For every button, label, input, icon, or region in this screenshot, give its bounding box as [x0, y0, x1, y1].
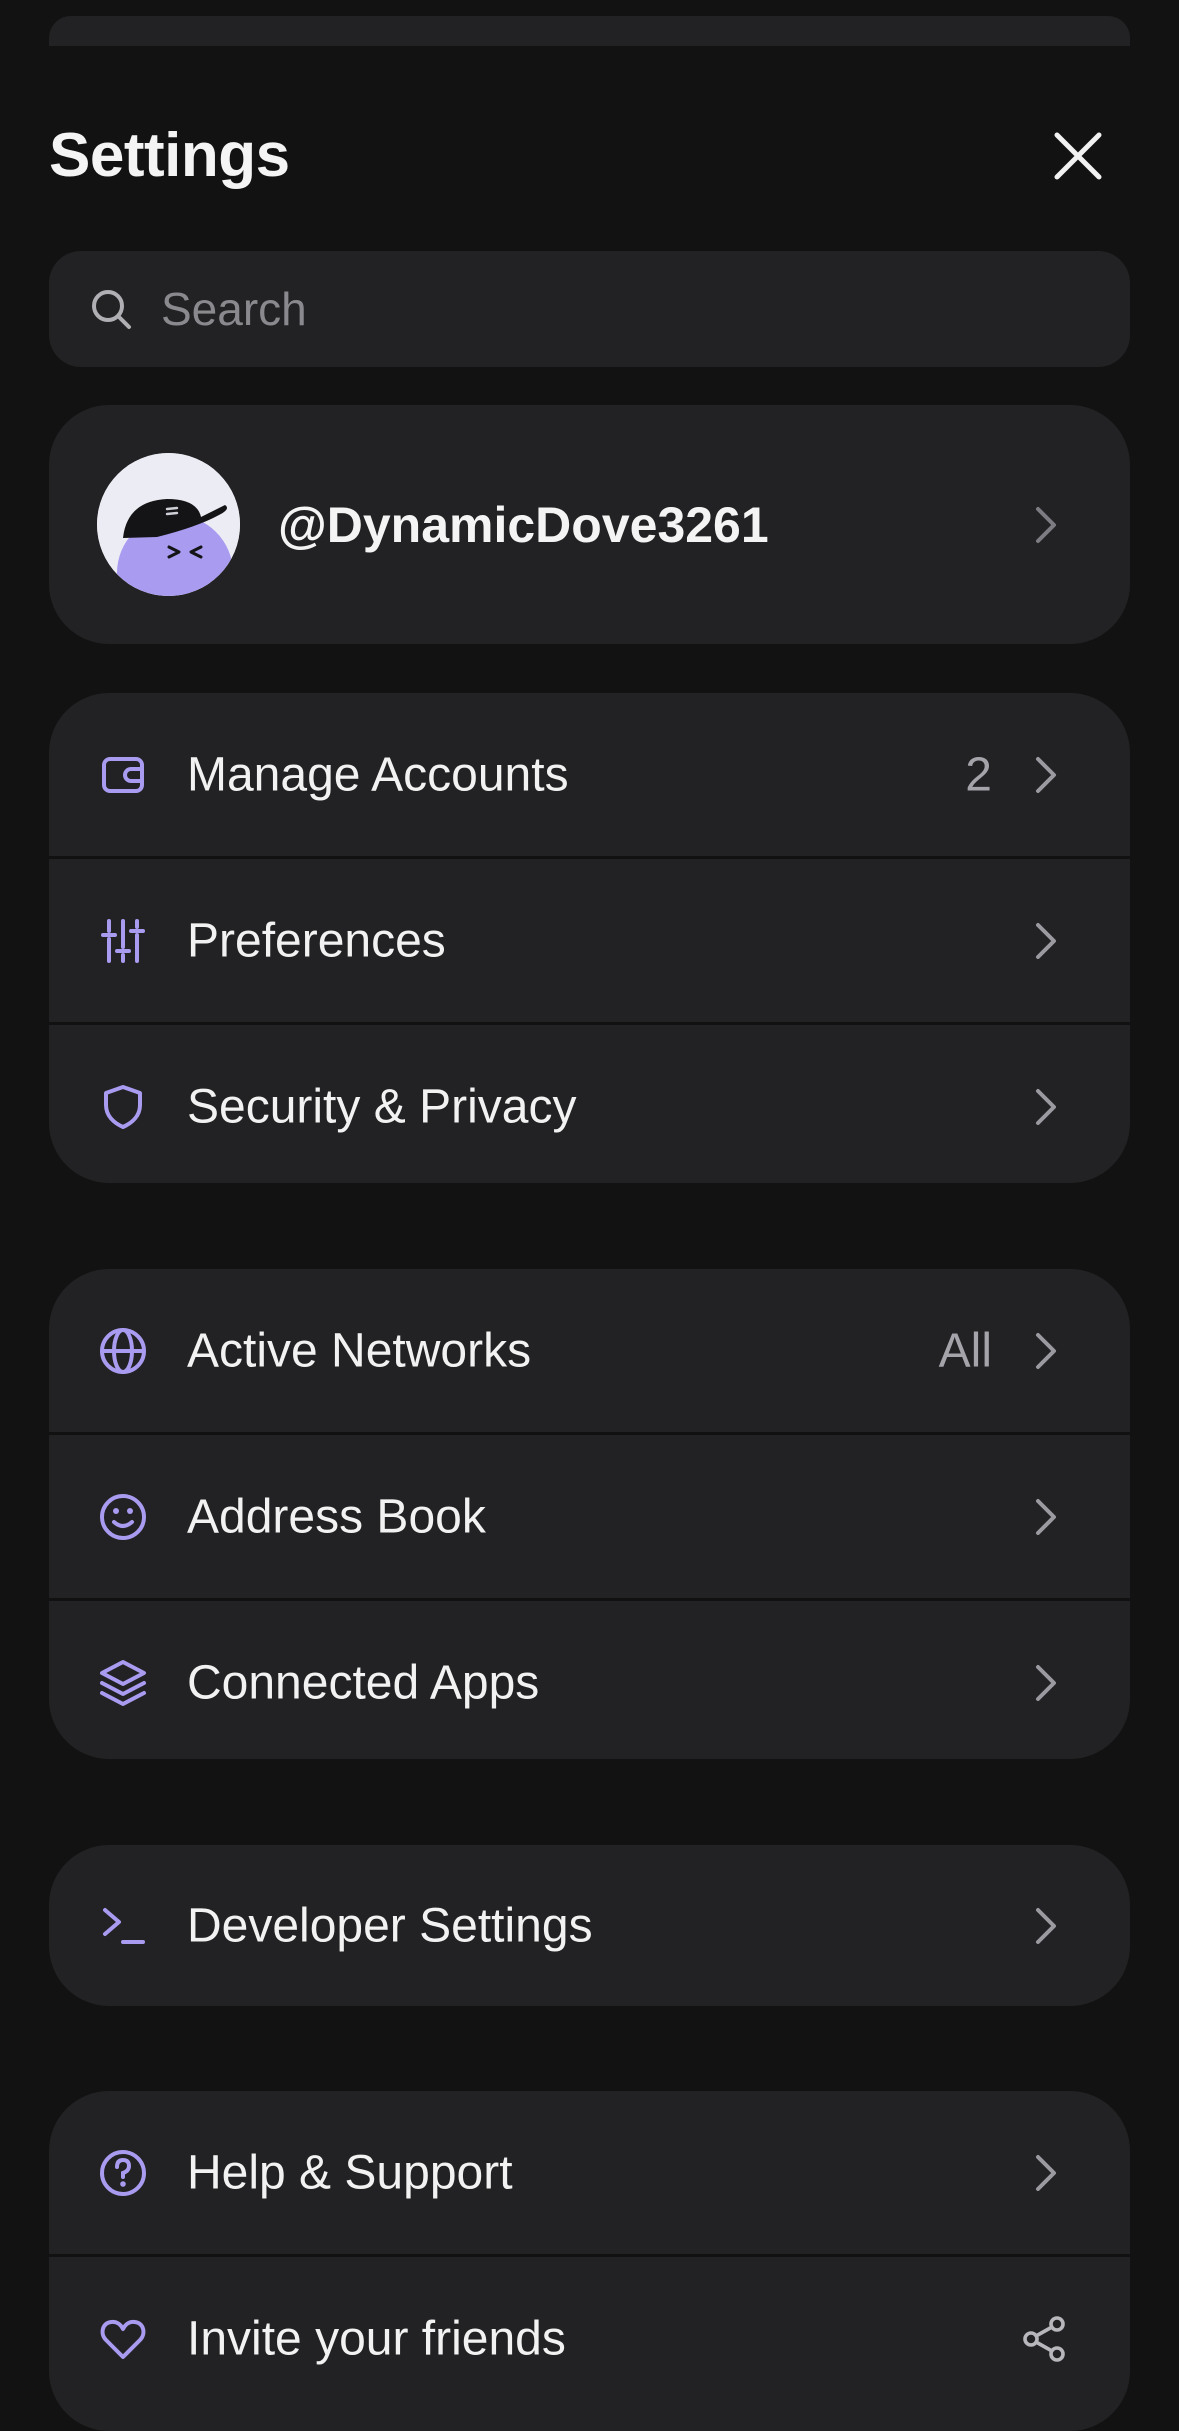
invite-friends-label: Invite your friends — [187, 2312, 566, 2365]
account-settings-group: Manage Accounts 2 Preferences Security &… — [49, 693, 1130, 1183]
wallet-icon — [97, 749, 149, 801]
security-privacy-label: Security & Privacy — [187, 1080, 577, 1133]
search-bar[interactable] — [49, 251, 1130, 367]
accounts-count: 2 — [965, 748, 992, 801]
preferences-item[interactable]: Preferences — [49, 856, 1130, 1022]
globe-icon — [97, 1325, 149, 1377]
support-group: Help & Support Invite your friends — [49, 2091, 1130, 2431]
manage-accounts-label: Manage Accounts — [187, 748, 569, 801]
chevron-right-icon — [1030, 2149, 1062, 2197]
active-networks-label: Active Networks — [187, 1324, 532, 1377]
avatar — [97, 453, 240, 596]
connected-apps-item[interactable]: Connected Apps — [49, 1598, 1130, 1759]
sliders-icon — [97, 915, 149, 967]
avatar-bird-icon — [97, 453, 240, 596]
chevron-right-icon — [1030, 1327, 1062, 1375]
security-privacy-item[interactable]: Security & Privacy — [49, 1022, 1130, 1183]
developer-settings-item[interactable]: Developer Settings — [49, 1845, 1130, 2006]
close-icon — [1054, 132, 1102, 180]
page-title: Settings — [49, 121, 290, 190]
chevron-right-icon — [1030, 1083, 1062, 1131]
help-support-item[interactable]: Help & Support — [49, 2091, 1130, 2254]
chevron-right-icon — [1030, 1493, 1062, 1541]
help-support-label: Help & Support — [187, 2146, 513, 2199]
username: @DynamicDove3261 — [278, 496, 769, 553]
chevron-right-icon — [1030, 501, 1062, 549]
manage-accounts-item[interactable]: Manage Accounts 2 — [49, 693, 1130, 856]
active-networks-item[interactable]: Active Networks All — [49, 1269, 1130, 1432]
address-book-item[interactable]: Address Book — [49, 1432, 1130, 1598]
help-circle-icon — [97, 2147, 149, 2199]
share-icon[interactable] — [1018, 2313, 1070, 2365]
chevron-right-icon — [1030, 1659, 1062, 1707]
terminal-icon — [97, 1900, 149, 1952]
network-settings-group: Active Networks All Address Book Connect… — [49, 1269, 1130, 1759]
settings-header: Settings — [49, 118, 1130, 194]
preferences-label: Preferences — [187, 914, 446, 967]
chevron-right-icon — [1030, 917, 1062, 965]
sheet-top-edge — [49, 16, 1130, 46]
address-book-label: Address Book — [187, 1490, 486, 1543]
chevron-right-icon — [1030, 1902, 1062, 1950]
heart-icon — [97, 2313, 149, 2365]
active-networks-value: All — [938, 1324, 992, 1377]
shield-icon — [97, 1081, 149, 1133]
close-button[interactable] — [1046, 124, 1110, 188]
profile-card[interactable]: @DynamicDove3261 — [49, 405, 1130, 644]
developer-settings-label: Developer Settings — [187, 1899, 593, 1952]
layers-icon — [97, 1657, 149, 1709]
invite-friends-item[interactable]: Invite your friends — [49, 2254, 1130, 2420]
connected-apps-label: Connected Apps — [187, 1656, 540, 1709]
chevron-right-icon — [1030, 751, 1062, 799]
smiley-icon — [97, 1491, 149, 1543]
search-input[interactable] — [159, 281, 1063, 337]
search-icon — [89, 287, 133, 331]
developer-group: Developer Settings — [49, 1845, 1130, 2006]
